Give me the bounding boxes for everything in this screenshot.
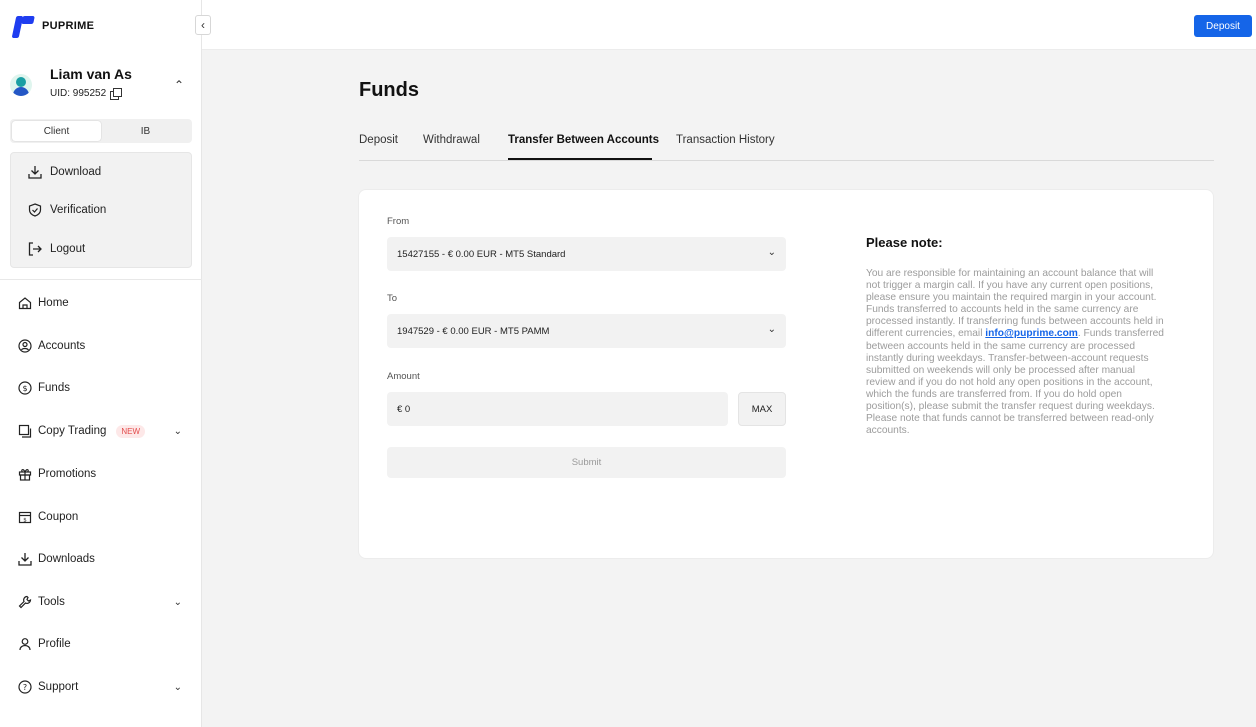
sidebar-item-label: Accounts <box>38 340 86 352</box>
amount-value: € 0 <box>397 403 411 415</box>
sidebar-item-label: Tools <box>38 596 65 608</box>
puprime-logo-icon <box>11 14 36 38</box>
from-label: From <box>387 216 410 227</box>
download-icon <box>28 165 42 179</box>
sidebar-item-label: Copy Trading <box>38 425 107 437</box>
sidebar: PUPRIME Liam van As UID: 995252 ⌃ Client… <box>0 0 202 727</box>
logout-icon <box>28 242 42 256</box>
tab-transaction-history[interactable]: Transaction History <box>676 134 775 146</box>
support-icon: ? <box>18 680 32 694</box>
sidebar-item-funds[interactable]: $ Funds <box>18 378 186 398</box>
user-name: Liam van As <box>50 66 132 82</box>
wrench-icon <box>18 595 32 609</box>
quick-item-label: Download <box>50 166 102 178</box>
to-account-value: 1947529 - € 0.00 EUR - MT5 PAMM <box>397 325 550 337</box>
deposit-button[interactable]: Deposit <box>1194 15 1252 37</box>
support-email-link[interactable]: info@puprime.com <box>985 328 1078 339</box>
role-client-button[interactable]: Client <box>12 121 101 141</box>
note-text: You are responsible for maintaining an a… <box>866 268 1166 437</box>
max-button[interactable]: MAX <box>738 392 786 426</box>
tab-deposit[interactable]: Deposit <box>359 134 398 146</box>
user-uid-row: UID: 995252 <box>50 88 123 100</box>
divider <box>0 279 202 280</box>
copy-icon[interactable] <box>110 88 123 100</box>
sidebar-item-home[interactable]: Home <box>18 293 186 313</box>
from-account-value: 15427155 - € 0.00 EUR - MT5 Standard <box>397 248 566 260</box>
download-icon <box>18 552 32 566</box>
sidebar-item-tools[interactable]: Tools ⌄ <box>18 592 186 612</box>
sidebar-item-coupon[interactable]: $ Coupon <box>18 507 186 527</box>
sidebar-item-promotions[interactable]: Promotions <box>18 464 186 484</box>
home-icon <box>18 296 32 310</box>
sidebar-item-support[interactable]: ? Support ⌄ <box>18 677 186 697</box>
quick-item-label: Verification <box>50 204 107 216</box>
funds-icon: $ <box>18 381 32 395</box>
note-title: Please note: <box>866 235 943 250</box>
sidebar-item-label: Profile <box>38 638 71 650</box>
top-bar: Deposit <box>202 0 1256 50</box>
avatar <box>10 74 32 96</box>
svg-text:$: $ <box>23 518 27 524</box>
tab-withdrawal[interactable]: Withdrawal <box>423 134 480 146</box>
role-toggle: Client IB <box>10 119 192 143</box>
sidebar-item-downloads[interactable]: Downloads <box>18 549 186 569</box>
collapse-sidebar-button[interactable]: ‹ <box>195 15 211 35</box>
chevron-down-icon[interactable]: ⌄ <box>174 426 182 437</box>
to-label: To <box>387 293 398 304</box>
new-badge: NEW <box>116 424 146 438</box>
copy-trading-icon <box>18 424 32 438</box>
svg-text:$: $ <box>22 384 27 393</box>
quick-item-verification[interactable]: Verification <box>28 200 106 220</box>
submit-button[interactable]: Submit <box>387 447 786 478</box>
page-title: Funds <box>359 79 419 101</box>
chevron-down-icon[interactable]: ⌄ <box>174 597 182 608</box>
to-account-select[interactable]: 1947529 - € 0.00 EUR - MT5 PAMM ⌄ <box>387 314 786 348</box>
brand-name: PUPRIME <box>42 20 95 32</box>
chevron-down-icon[interactable]: ⌄ <box>174 682 182 693</box>
funds-tabs: Deposit Withdrawal Transfer Between Acco… <box>359 130 1214 161</box>
quick-item-logout[interactable]: Logout <box>28 239 85 259</box>
role-ib-button[interactable]: IB <box>101 121 190 141</box>
sidebar-item-label: Promotions <box>38 468 97 480</box>
note-text-part2: . Funds transferred between accounts hel… <box>866 328 1164 437</box>
amount-label: Amount <box>387 371 420 382</box>
brand-logo[interactable]: PUPRIME <box>11 14 95 38</box>
sidebar-item-copy-trading[interactable]: Copy Trading NEW ⌄ <box>18 421 186 441</box>
sidebar-item-label: Downloads <box>38 553 95 565</box>
chevron-down-icon: ⌄ <box>767 324 776 335</box>
sidebar-item-label: Support <box>38 681 79 693</box>
from-account-select[interactable]: 15427155 - € 0.00 EUR - MT5 Standard ⌄ <box>387 237 786 271</box>
sidebar-item-accounts[interactable]: Accounts <box>18 336 186 356</box>
sidebar-item-profile[interactable]: Profile <box>18 634 186 654</box>
gift-icon <box>18 467 32 481</box>
quick-item-download[interactable]: Download <box>28 162 101 182</box>
sidebar-item-label: Coupon <box>38 511 79 523</box>
quick-item-label: Logout <box>50 243 86 255</box>
sidebar-item-label: Funds <box>38 382 70 394</box>
sidebar-item-label: Home <box>38 297 69 309</box>
chevron-left-icon: ‹ <box>201 18 205 32</box>
chevron-down-icon: ⌄ <box>767 247 776 258</box>
profile-icon <box>18 637 32 651</box>
user-uid: UID: 995252 <box>50 88 107 99</box>
accounts-icon <box>18 339 32 353</box>
svg-text:?: ? <box>23 683 27 692</box>
shield-check-icon <box>28 203 42 217</box>
coupon-icon: $ <box>18 510 32 524</box>
chevron-up-icon[interactable]: ⌃ <box>174 78 184 92</box>
active-tab-indicator <box>508 158 652 160</box>
amount-input[interactable]: € 0 <box>387 392 728 426</box>
user-card[interactable]: Liam van As UID: 995252 ⌃ <box>10 66 192 112</box>
tab-transfer-between-accounts[interactable]: Transfer Between Accounts <box>508 134 659 146</box>
